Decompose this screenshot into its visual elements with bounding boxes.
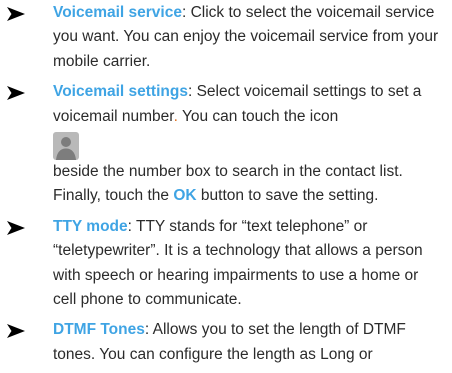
contact-person-icon (53, 132, 79, 161)
arrowhead-bullet-icon (7, 7, 25, 21)
item-description-part: You can touch the icon (177, 107, 339, 125)
item-term: Voicemail service (53, 4, 182, 21)
item-description-part: button to save the setting. (196, 187, 379, 205)
arrowhead-bullet-icon (7, 324, 25, 339)
item-term: TTY mode (53, 217, 128, 235)
item-paragraph: DTMF Tones: Allows you to set the length… (53, 318, 440, 367)
item-paragraph: TTY mode: TTY stands for “text telephone… (53, 215, 440, 313)
item-paragraph: Voicemail service: Click to select the v… (53, 1, 440, 74)
list-item-voicemail-settings: Voicemail settings: Select voicemail set… (0, 80, 452, 209)
item-paragraph: Voicemail settings: Select voicemail set… (53, 80, 440, 129)
item-paragraph-continued: beside the number box to search in the c… (53, 160, 440, 209)
item-term: Voicemail settings (53, 83, 188, 101)
list-item-dtmf-tones: DTMF Tones: Allows you to set the length… (0, 318, 452, 367)
item-term: DTMF Tones (53, 321, 145, 339)
list-item-tty-mode: TTY mode: TTY stands for “text telephone… (0, 215, 452, 313)
inline-icon-line (53, 129, 440, 161)
ok-button-reference: OK (173, 187, 197, 205)
arrowhead-bullet-icon (7, 86, 25, 101)
list-item-voicemail-service: Voicemail service: Click to select the v… (0, 1, 452, 74)
arrowhead-bullet-icon (7, 220, 25, 235)
document-page: Voicemail service: Click to select the v… (0, 1, 452, 367)
